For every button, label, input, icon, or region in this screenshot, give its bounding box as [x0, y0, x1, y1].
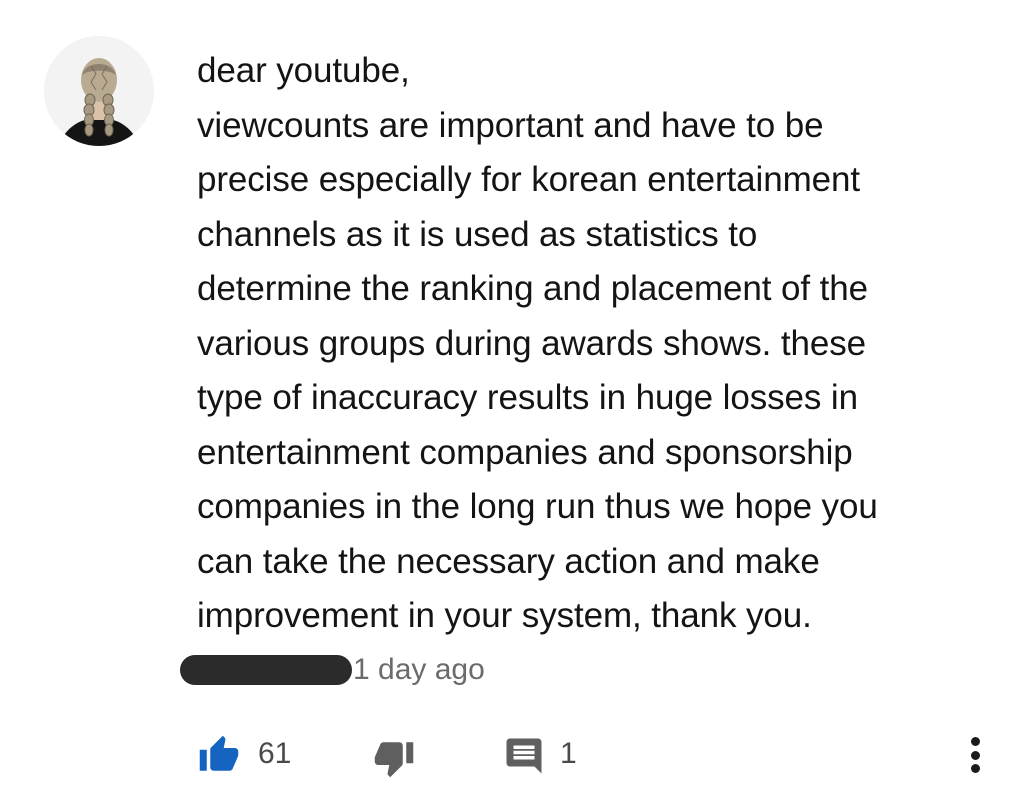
comment-line: companies in the long run thus we hope y…: [197, 487, 878, 526]
redacted-username: [180, 655, 352, 685]
comment-line: type of inaccuracy results in huge losse…: [197, 378, 858, 417]
comment-line: entertainment companies and sponsorship: [197, 432, 853, 472]
reply-button[interactable]: [503, 735, 545, 779]
comment-icon: [506, 738, 542, 774]
thumbs-down-icon: [374, 742, 414, 778]
comment-line: precise especially for korean entertainm…: [197, 160, 860, 199]
comment-line: determine the ranking and placement of t…: [197, 269, 868, 308]
dislike-button[interactable]: [372, 737, 418, 781]
menu-dot: [970, 764, 980, 773]
comment-actions: 61 1: [0, 725, 1024, 785]
like-count: 61: [258, 737, 292, 770]
comment-text: dear youtube, viewcounts are important a…: [197, 44, 987, 644]
comment-line: improvement in your system, thank you.: [197, 596, 812, 635]
comment-line: can take the necessary action and make: [197, 541, 820, 581]
comment-line: various groups during awards shows. thes…: [197, 323, 867, 363]
comment-line: channels as it is used as statistics to: [197, 214, 758, 254]
avatar[interactable]: [44, 36, 154, 146]
timestamp[interactable]: 1 day ago: [353, 653, 485, 687]
comment-item: dear youtube, viewcounts are important a…: [0, 0, 1024, 809]
comment-meta: 1 day ago: [180, 650, 485, 690]
thumbs-up-icon: [199, 735, 239, 771]
reply-count: 1: [560, 737, 577, 770]
comment-line: viewcounts are important and have to be: [197, 105, 824, 145]
more-vertical-icon[interactable]: [960, 733, 990, 777]
menu-dot: [970, 750, 980, 760]
like-button[interactable]: [196, 733, 242, 777]
avatar-portrait-icon: [44, 36, 154, 146]
comment-line: dear youtube,: [197, 51, 410, 90]
menu-dot: [970, 737, 980, 746]
